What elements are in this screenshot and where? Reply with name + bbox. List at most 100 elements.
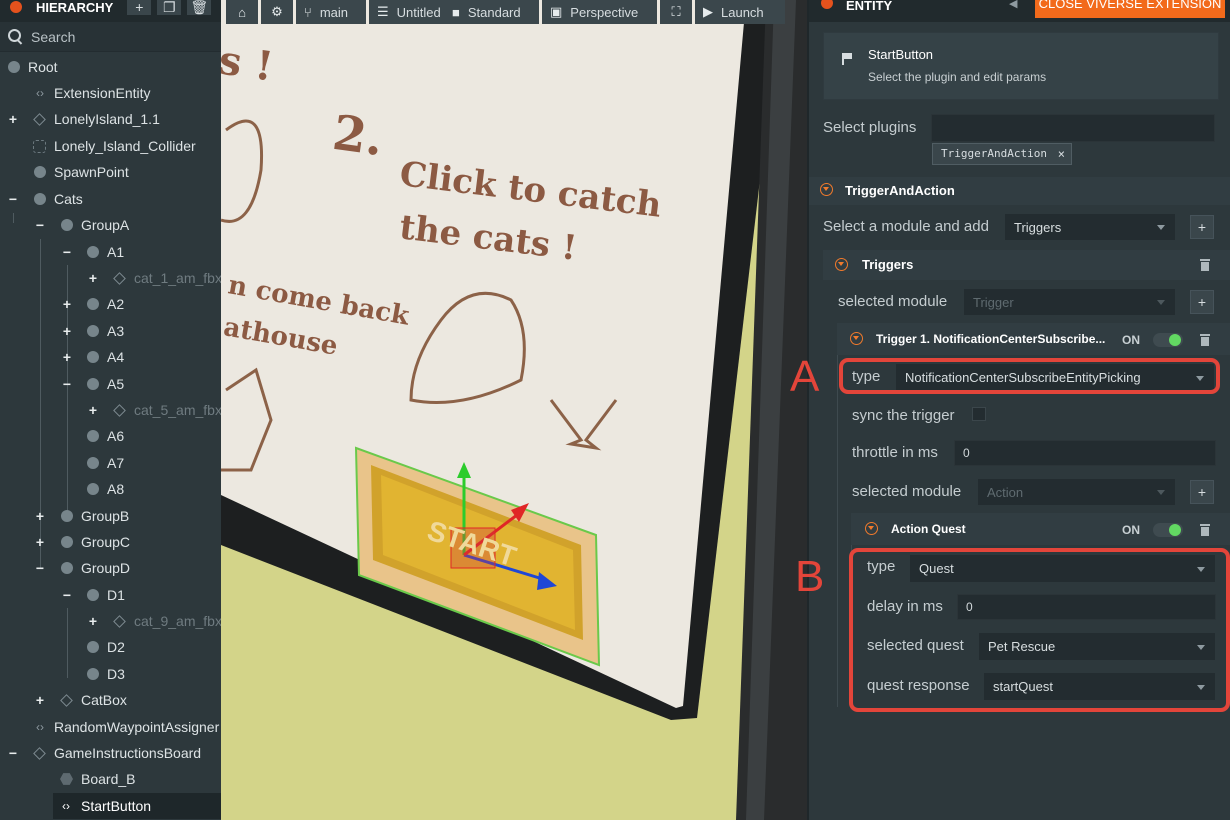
tree-node-a8[interactable]: A8 [0,476,221,502]
tree-node-groupb[interactable]: + GroupB [0,503,221,529]
expand-icon[interactable]: + [61,350,73,364]
expand-icon[interactable]: + [7,112,19,126]
tree-node-lonelyisland[interactable]: + LonelyIsland_1.1 [0,106,221,132]
tree-node-a3[interactable]: + A3 [0,318,221,344]
branch-button[interactable]: ⑂ main [296,0,366,24]
scene-button[interactable]: ☰ Untitled [369,0,449,24]
tree-node-cat5[interactable]: + cat_5_am_fbx [0,397,221,423]
collapse-icon[interactable]: − [34,561,46,575]
tree-node-a5[interactable]: − A5 [0,371,221,397]
entity-description: Select the plugin and edit params [868,70,1047,84]
collapse-icon[interactable]: − [61,588,73,602]
action-module-select[interactable]: Action [978,479,1175,505]
launch-button[interactable]: ▶ Launch [695,0,785,24]
module-select[interactable]: Triggers [1005,214,1175,240]
expand-icon[interactable]: + [34,535,46,549]
add-entity-button[interactable]: + [127,0,152,15]
tree-node-a6[interactable]: A6 [0,423,221,449]
collapse-chevron-icon[interactable] [835,258,848,271]
camera-button[interactable]: ▣ Perspective [542,0,657,24]
collapse-chevron-icon[interactable] [865,522,878,535]
trigger1-on-label: ON [1122,333,1140,347]
settings-button[interactable]: ⚙ [261,0,293,24]
model-entity-icon [113,403,126,417]
trash-icon[interactable] [1200,524,1210,536]
collapse-icon[interactable]: − [61,245,73,259]
tree-node-label: A2 [107,296,125,312]
tree-node-d3[interactable]: D3 [0,661,221,687]
tree-node-label: cat_5_am_fbx [134,402,221,418]
duplicate-icon[interactable]: ❐ [157,0,182,15]
add-action-button[interactable]: + [1190,480,1214,504]
expand-icon[interactable]: + [87,614,99,628]
entity-dot-icon [8,61,20,73]
tree-node-label: D2 [107,639,125,655]
entity-dot-icon [87,430,99,442]
trigger-module-select[interactable]: Trigger [964,289,1175,315]
tree-node-collider[interactable]: Lonely_Island_Collider [0,133,221,159]
trash-icon[interactable] [1200,259,1210,271]
tree-node-a7[interactable]: A7 [0,450,221,476]
expand-icon[interactable]: + [87,271,99,285]
tree-node-cat1[interactable]: + cat_1_am_fbx [0,265,221,291]
camera-label: Perspective [570,4,639,20]
search-row [0,22,221,52]
plugin-chip[interactable]: TriggerAndAction × [932,143,1072,165]
trigger1-enabled-toggle[interactable] [1153,333,1183,347]
expand-icon[interactable]: + [34,509,46,523]
tree-node-gameinstructionsboard[interactable]: − GameInstructionsBoard [0,740,221,766]
tree-node-catbox[interactable]: + CatBox [0,687,221,713]
hierarchy-search-input[interactable] [31,28,191,45]
tree-node-groupa[interactable]: − GroupA [0,212,221,238]
tree-node-a2[interactable]: + A2 [0,291,221,317]
trash-icon[interactable] [1200,334,1210,346]
fullscreen-button[interactable]: ⛶ [660,0,692,24]
model-entity-icon [60,693,73,707]
sync-trigger-checkbox[interactable] [972,407,986,421]
quality-label: Standard [467,4,521,20]
hierarchy-tree: Root ‹› ExtensionEntity + LonelyIsland_1… [0,53,221,820]
collapse-icon[interactable]: − [7,192,19,206]
tree-node-cats[interactable]: − Cats [0,186,221,212]
scene-viewport[interactable]: s ! 2. Click to catch the cats ! n come … [221,0,807,820]
entity-dot-icon [61,562,73,574]
tree-node-spawnpoint[interactable]: SpawnPoint [0,159,221,185]
add-module-button[interactable]: + [1190,215,1214,239]
quality-button[interactable]: ■ Standard [444,0,539,24]
add-trigger-button[interactable]: + [1190,290,1214,314]
tree-node-groupc[interactable]: + GroupC [0,529,221,555]
throttle-input[interactable]: 0 [954,440,1216,466]
plugin-search-input[interactable] [931,114,1215,142]
tree-node-extensionentity[interactable]: ‹› ExtensionEntity [0,80,221,106]
remove-chip-icon[interactable]: × [1058,144,1065,164]
tree-node-cat9[interactable]: + cat_9_am_fbx [0,608,221,634]
tree-node-d1[interactable]: − D1 [0,582,221,608]
select-plugins-label: Select plugins [823,119,917,136]
tree-node-startbutton[interactable]: ‹› StartButton [53,793,221,819]
module-select-value: Triggers [1014,219,1062,235]
delete-icon[interactable]: 🗑 [187,0,212,15]
close-extension-button[interactable]: CLOSE VIVERSE EXTENSION [1035,0,1225,18]
collapse-icon[interactable]: − [34,218,46,232]
tree-node-a4[interactable]: + A4 [0,344,221,370]
collapse-arrow-icon[interactable]: ◀ [1009,0,1017,10]
tree-node-randomwaypoint[interactable]: ‹› RandomWaypointAssigner [0,714,221,740]
viewport-toolbar: ⌂ ⚙ ⑂ main ☰ Untitled ■ Standard ▣ Perspecti… [221,0,807,24]
annotation-box-a [839,358,1220,394]
expand-icon[interactable]: + [87,403,99,417]
expand-icon[interactable]: + [61,324,73,338]
expand-icon[interactable]: + [61,297,73,311]
collapse-chevron-icon[interactable] [820,183,833,196]
expand-icon[interactable]: + [34,693,46,707]
tree-node-root[interactable]: Root [0,54,221,80]
tree-node-a1[interactable]: − A1 [0,239,221,265]
collapse-icon[interactable]: − [7,746,19,760]
collapse-chevron-icon[interactable] [850,332,863,345]
tree-node-board-b[interactable]: Board_B [0,766,221,792]
action-title: Action Quest [891,522,966,536]
collapse-icon[interactable]: − [61,377,73,391]
tree-node-d2[interactable]: D2 [0,634,221,660]
home-button[interactable]: ⌂ [226,0,258,24]
tree-node-groupd[interactable]: − GroupD [0,555,221,581]
action-enabled-toggle[interactable] [1153,523,1183,537]
